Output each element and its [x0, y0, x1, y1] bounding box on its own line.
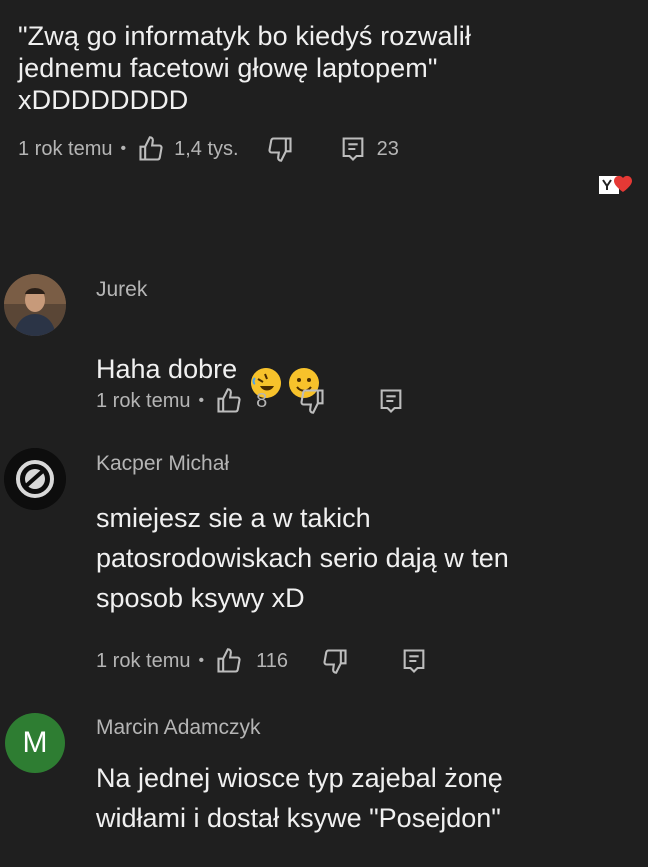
avatar[interactable] [4, 274, 66, 336]
thumbs-up-icon [217, 388, 241, 413]
separator-dot: • [198, 392, 205, 409]
creator-heart-icon [597, 170, 637, 200]
like-count: 8 [256, 389, 268, 412]
comments-thread: "Zwą go informatyk bo kiedyś rozwalił je… [0, 0, 648, 867]
reply-author[interactable]: Marcin Adamczyk [96, 716, 261, 740]
photo-avatar-icon [4, 274, 66, 336]
circle-logo-avatar-icon [4, 448, 66, 510]
avatar-letter: M [22, 726, 48, 759]
thumbs-down-icon [300, 389, 324, 414]
thumbs-down-icon [323, 649, 347, 674]
like-button[interactable] [136, 135, 166, 163]
like-button[interactable] [214, 647, 244, 675]
reply-meta: 1 rok temu • 116 [96, 646, 428, 676]
reply-meta: 1 rok temu • 8 [96, 386, 405, 416]
thumbs-down-icon [267, 137, 292, 162]
thumbs-up-icon [217, 648, 241, 673]
reply-time: 1 rok temu [96, 389, 191, 412]
avatar[interactable]: M [4, 712, 66, 774]
comment-icon [403, 649, 425, 673]
like-count: 1,4 tys. [174, 137, 239, 160]
reply-count: 23 [376, 137, 399, 160]
comment-icon [342, 137, 363, 161]
reply-author[interactable]: Kacper Michał [96, 452, 229, 476]
thumbs-up-icon [139, 136, 163, 161]
reply-button[interactable] [400, 647, 428, 675]
reply-button[interactable] [377, 387, 405, 415]
separator-dot: • [120, 140, 127, 157]
reply-text: Haha dobre [96, 353, 238, 384]
comment-icon [380, 389, 402, 413]
dislike-button[interactable] [297, 387, 327, 415]
avatar[interactable] [4, 448, 66, 510]
like-count: 116 [256, 649, 288, 672]
reply-author[interactable]: Jurek [96, 278, 147, 302]
comment-text: "Zwą go informatyk bo kiedyś rozwalił je… [18, 21, 471, 115]
reply-text: Na jednej wiosce typ zajebal żonę widłam… [96, 763, 503, 833]
reply-button[interactable] [339, 135, 367, 163]
top-comment: "Zwą go informatyk bo kiedyś rozwalił je… [18, 20, 638, 164]
comment-time: 1 rok temu [18, 137, 113, 160]
dislike-button[interactable] [265, 135, 295, 163]
reply-text: smiejesz sie a w takich patosrodowiskach… [96, 503, 509, 613]
like-button[interactable] [214, 387, 244, 415]
reply-time: 1 rok temu [96, 649, 191, 672]
dislike-button[interactable] [320, 647, 350, 675]
comment-meta: 1 rok temu • 1,4 tys. 23 [18, 134, 638, 164]
separator-dot: • [198, 652, 205, 669]
